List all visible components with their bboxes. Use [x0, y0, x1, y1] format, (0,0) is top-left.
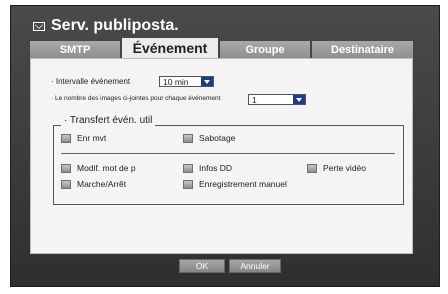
checkbox-marche-arret[interactable]: Marche/Arrêt	[61, 179, 126, 189]
tab-destinataire[interactable]: Destinataire	[312, 41, 413, 58]
checkbox-box[interactable]	[183, 163, 193, 173]
cancel-button[interactable]: Annuler	[229, 259, 281, 273]
checkbox-modif-mot-de-passe[interactable]: Modif. mot de p	[61, 163, 136, 173]
divider	[61, 153, 395, 154]
checkbox-label: Perte vidéo	[323, 163, 366, 173]
images-label: · Le nombre des images ci-jointes pour c…	[51, 95, 221, 102]
event-transfer-title: · Transfert évén. util	[61, 115, 156, 126]
interval-label: · Intervalle événement	[51, 77, 131, 86]
tab-bar: SMTP Événement Groupe Destinataire	[30, 38, 413, 58]
mail-icon	[33, 21, 45, 31]
checkbox-enregistrement-manuel[interactable]: Enregistrement manuel	[183, 179, 287, 189]
images-select-value: 1	[252, 94, 257, 105]
tab-evenement[interactable]: Événement	[122, 38, 218, 58]
interval-select[interactable]: 10 min	[159, 76, 214, 87]
checkbox-box[interactable]	[61, 179, 71, 189]
checkbox-label: Modif. mot de p	[77, 163, 136, 173]
checkbox-box[interactable]	[183, 133, 193, 143]
chevron-down-icon[interactable]	[293, 95, 305, 104]
checkbox-label: Enregistrement manuel	[199, 179, 287, 189]
checkbox-box[interactable]	[307, 163, 317, 173]
checkbox-label: Marche/Arrêt	[77, 179, 127, 189]
checkbox-box[interactable]	[61, 163, 71, 173]
tab-smtp[interactable]: SMTP	[30, 41, 120, 58]
interval-select-value: 10 min	[163, 76, 189, 87]
dialog-title: Serv. publiposta.	[33, 15, 179, 37]
checkbox-sabotage[interactable]: Sabotage	[183, 133, 235, 143]
tab-groupe[interactable]: Groupe	[220, 41, 310, 58]
images-select[interactable]: 1	[248, 94, 306, 105]
checkbox-perte-video[interactable]: Perte vidéo	[307, 163, 366, 173]
checkbox-box[interactable]	[61, 133, 71, 143]
chevron-down-icon[interactable]	[201, 77, 213, 86]
event-settings-panel: · Intervalle événement 10 min · Le nombr…	[30, 58, 413, 254]
dialog-title-text: Serv. publiposta.	[51, 17, 179, 34]
checkbox-infos-dd[interactable]: Infos DD	[183, 163, 232, 173]
checkbox-label: Infos DD	[199, 163, 233, 173]
checkbox-label: Enr mvt	[77, 133, 107, 143]
checkbox-box[interactable]	[183, 179, 193, 189]
checkbox-enr-mvt[interactable]: Enr mvt	[61, 133, 106, 143]
checkbox-label: Sabotage	[199, 133, 236, 143]
ok-button[interactable]: OK	[179, 259, 225, 273]
